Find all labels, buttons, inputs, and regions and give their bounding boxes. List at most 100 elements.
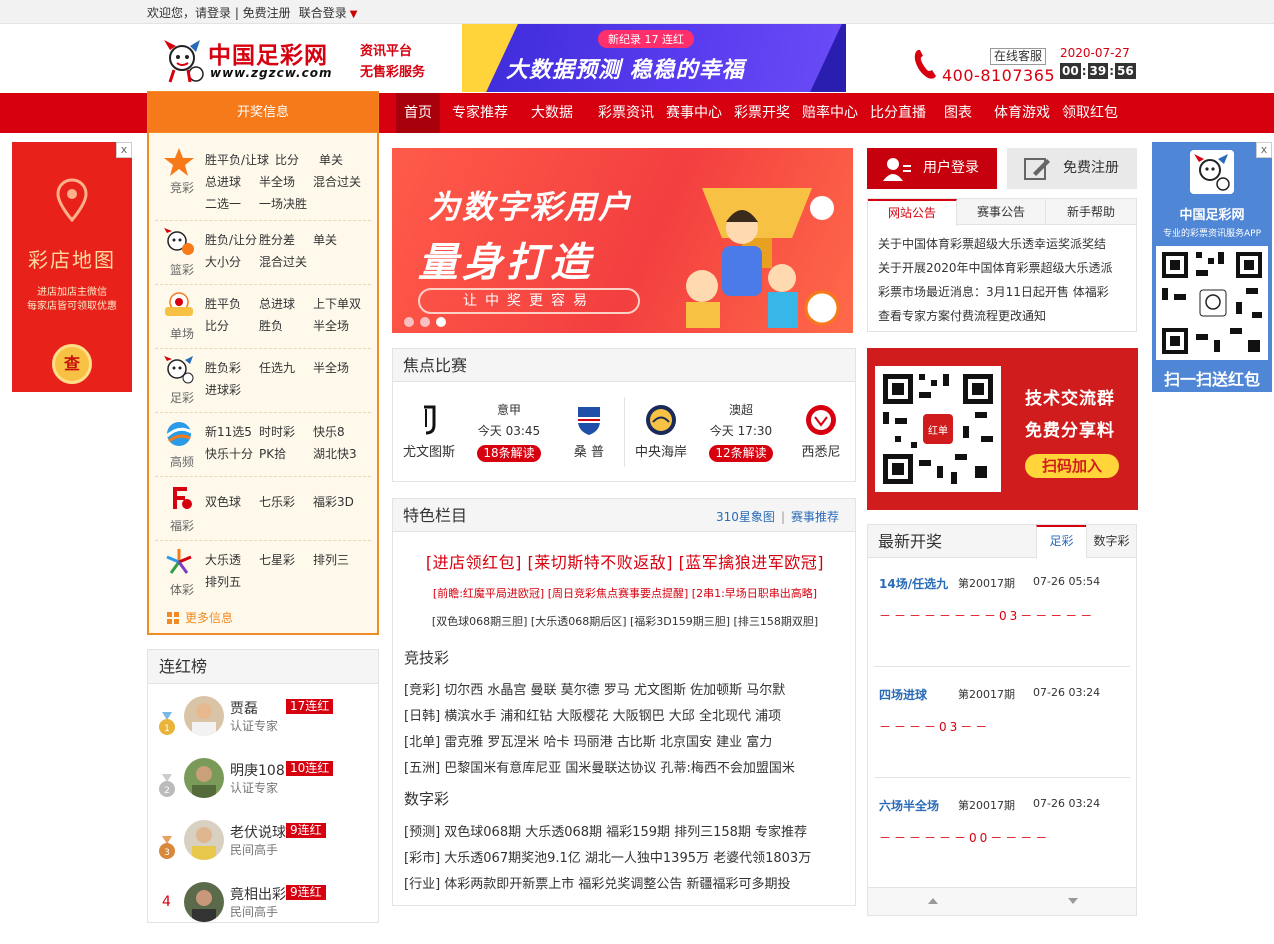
nav-item-experts[interactable]: 专家推荐 (446, 93, 514, 133)
analysis-count-button[interactable]: 18条解读 (477, 445, 541, 462)
news-line[interactable]: [行业] 体彩两款即开新票上市 福彩兑奖调整公告 新疆福彩可多期投 (404, 873, 791, 892)
carousel-dot[interactable] (420, 317, 430, 327)
union-login-button[interactable]: 联合登录 (299, 6, 347, 20)
lottery-link[interactable]: 比分 (275, 149, 319, 171)
main-banner[interactable]: 为数字彩用户 量身打造 让中奖更容易 (392, 148, 853, 333)
lottery-link[interactable]: 胜负彩 (205, 357, 259, 379)
lottery-link[interactable]: 胜平负 (205, 293, 259, 315)
lottery-link[interactable]: 新11选5 (205, 421, 259, 443)
lottery-link[interactable]: 单关 (319, 149, 353, 171)
lottery-link[interactable]: 大小分 (205, 251, 259, 273)
analysis-count-button[interactable]: 12条解读 (709, 445, 773, 462)
login-button[interactable]: 用户登录 (867, 148, 997, 189)
tab-football-lottery[interactable]: 足彩 (1036, 525, 1086, 559)
tab-newbie-help[interactable]: 新手帮助 (1046, 199, 1136, 225)
online-service-button[interactable]: 在线客服 (990, 48, 1047, 65)
lottery-link[interactable]: 一场决胜 (259, 193, 319, 215)
expert-name[interactable]: 贾磊 (230, 698, 258, 718)
news-line[interactable]: [五洲] 巴黎国米有意库尼亚 国米曼联达协议 孔蒂:梅西不会加盟国米 (404, 757, 795, 776)
store-map-ad[interactable]: x 彩店地图 进店加店主微信 每家店皆可领取优惠 查 (12, 142, 132, 392)
lottery-link[interactable]: 进球彩 (205, 379, 259, 401)
featured-headline[interactable]: [进店领红包] [莱切斯特不败返敌] [蓝军擒狼进军欧冠] (393, 549, 857, 573)
nav-item-events[interactable]: 赛事中心 (660, 93, 728, 133)
match-card[interactable]: 尤文图斯 意甲 今天 03:45 18条解读 桑 普 (393, 383, 624, 481)
nav-item-charts[interactable]: 图表 (936, 93, 980, 133)
nav-item-draws[interactable]: 彩票开奖 (728, 93, 796, 133)
ranking-item[interactable]: 2 明庚108 认证专家 10连红 (148, 758, 380, 820)
lottery-link[interactable]: 排列五 (205, 571, 259, 593)
home-team[interactable]: 中央海岸 (629, 403, 693, 460)
nav-item-live[interactable]: 比分直播 (864, 93, 932, 133)
lottery-link[interactable]: 快乐十分 (205, 443, 259, 465)
lottery-link[interactable]: 大乐透 (205, 549, 259, 571)
notice-item[interactable]: 查看专家方案付费流程更改通知 (878, 307, 1046, 324)
expert-name[interactable]: 明庚108 (230, 760, 285, 780)
ranking-item[interactable]: 3 老伏说球 民间高手 9连红 (148, 820, 380, 882)
lottery-link[interactable]: 胜分差 (259, 229, 313, 251)
scan-join-button[interactable]: 扫码加入 (1025, 454, 1119, 478)
nav-item-home[interactable]: 首页 (396, 93, 440, 133)
lottery-link[interactable]: 混合过关 (313, 171, 367, 193)
notice-item[interactable]: 关于中国体育彩票超级大乐透幸运奖派奖结 (878, 235, 1106, 252)
lottery-link[interactable]: 快乐8 (313, 421, 357, 443)
nav-item-redpacket[interactable]: 领取红包 (1056, 93, 1124, 133)
tab-digital-lottery[interactable]: 数字彩 (1086, 525, 1136, 558)
lottery-link[interactable]: 二选一 (205, 193, 259, 215)
news-line[interactable]: [彩市] 大乐透067期奖池9.1亿 湖北一人独中1395万 老婆代领1803万 (404, 847, 811, 866)
home-team[interactable]: 尤文图斯 (397, 403, 461, 460)
tech-group-ad[interactable]: 红单 技术交流群 免费分享料 扫码加入 (867, 348, 1138, 510)
draw-entry[interactable]: 四场进球 第20017期 07-26 03:24 －－－－03－－ (868, 686, 1136, 796)
lottery-link[interactable]: 半全场 (313, 357, 367, 379)
header-banner[interactable]: 新纪录 17 连红 大数据预测 稳稳的幸福 (462, 24, 846, 92)
news-line[interactable]: [竞彩] 切尔西 水晶宫 曼联 莫尔德 罗马 尤文图斯 佐加顿斯 马尔默 (404, 679, 785, 698)
lottery-link[interactable]: 时时彩 (259, 421, 313, 443)
lottery-link[interactable]: 上下单双 (313, 293, 369, 315)
lottery-link[interactable]: 胜负/让分 (205, 229, 259, 251)
lottery-info-tab[interactable]: 开奖信息 (147, 91, 379, 133)
nav-item-bigdata[interactable]: 大数据 (524, 93, 580, 133)
draw-entry[interactable]: 14场/任选九 第20017期 07-26 05:54 －－－－－－－－03－－… (868, 575, 1136, 685)
match-recommend-link[interactable]: 赛事推荐 (791, 510, 839, 524)
app-download-ad[interactable]: x 中国足彩网 专业的彩票资讯服务APP 扫一扫送红包 (1152, 142, 1272, 392)
check-button[interactable]: 查 (52, 344, 92, 384)
nav-item-odds[interactable]: 赔率中心 (796, 93, 864, 133)
ranking-item[interactable]: 4 竟相出彩 民间高手 9连红 (148, 882, 380, 944)
close-icon[interactable]: x (116, 142, 132, 158)
featured-sub-links-1[interactable]: [前瞻:红魔平局进欧冠] [周日竞彩焦点赛事要点提醒] [2串1:早场日职串出高… (393, 585, 857, 601)
welcome-login-register[interactable]: 欢迎您，请登录 | 免费注册 (147, 6, 291, 20)
expert-name[interactable]: 竟相出彩 (230, 884, 286, 904)
site-logo[interactable]: 中国足彩网 www.zgzcw.com 资讯平台 无售彩服务 (160, 36, 450, 86)
lottery-link[interactable]: 湖北快3 (313, 443, 367, 465)
featured-sub-links-2[interactable]: [双色球068期三胆] [大乐透068期后区] [福彩3D159期三胆] [排三… (393, 613, 857, 629)
lottery-link[interactable]: 半全场 (313, 315, 367, 337)
draw-name[interactable]: 四场进球 (879, 686, 927, 703)
more-info-link[interactable]: 更多信息 (167, 609, 233, 626)
carousel-dot-active[interactable] (436, 317, 446, 327)
nav-item-games[interactable]: 体育游戏 (988, 93, 1056, 133)
close-icon[interactable]: x (1256, 142, 1272, 158)
arrow-up-icon[interactable] (928, 898, 938, 904)
draw-name[interactable]: 六场半全场 (879, 797, 939, 814)
lottery-link[interactable]: 福彩3D (313, 491, 367, 513)
lottery-link[interactable]: 混合过关 (259, 251, 319, 273)
match-card[interactable]: 中央海岸 澳超 今天 17:30 12条解读 西悉尼 (625, 383, 856, 481)
register-button[interactable]: 免费注册 (1007, 148, 1137, 189)
star-chart-link[interactable]: 310星象图 (716, 510, 775, 524)
tab-event-notice[interactable]: 赛事公告 (957, 199, 1046, 225)
lottery-link[interactable]: 比分 (205, 315, 259, 337)
nav-item-news[interactable]: 彩票资讯 (592, 93, 660, 133)
notice-item[interactable]: 彩票市场最近消息：3月11日起开售 体福彩 (878, 283, 1109, 300)
news-line[interactable]: [预测] 双色球068期 大乐透068期 福彩159期 排列三158期 专家推荐 (404, 821, 807, 840)
tab-site-notice[interactable]: 网站公告 (868, 199, 957, 226)
news-line[interactable]: [日韩] 横滨水手 浦和红钻 大阪樱花 大阪钢巴 大邱 全北现代 浦项 (404, 705, 781, 724)
lottery-link[interactable]: 任选九 (259, 357, 313, 379)
arrow-down-icon[interactable] (1068, 898, 1078, 904)
lottery-link[interactable]: 排列三 (313, 549, 367, 571)
lottery-link[interactable]: 总进球 (205, 171, 259, 193)
lottery-link[interactable]: 双色球 (205, 491, 259, 513)
ranking-item[interactable]: 1 贾磊 认证专家 17连红 (148, 696, 380, 758)
lottery-link[interactable]: 胜负 (259, 315, 313, 337)
lottery-link[interactable]: 七星彩 (259, 549, 313, 571)
news-line[interactable]: [北单] 雷克雅 罗瓦涅米 哈卡 玛丽港 古比斯 北京国安 建业 富力 (404, 731, 772, 750)
lottery-link[interactable]: 七乐彩 (259, 491, 313, 513)
